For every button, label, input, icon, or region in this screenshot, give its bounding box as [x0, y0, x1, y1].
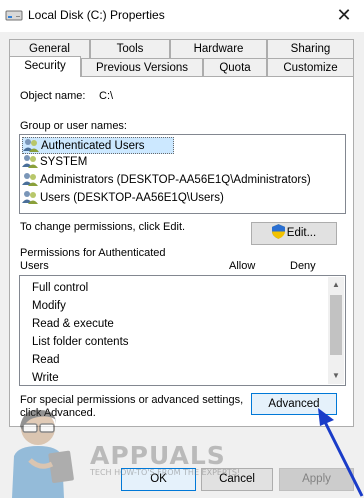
window-title: Local Disk (C:) Properties — [28, 8, 165, 22]
title-bar[interactable]: Local Disk (C:) Properties ✕ — [0, 0, 364, 32]
users-icon — [22, 154, 38, 168]
tab-quota[interactable]: Quota — [203, 58, 267, 77]
group-item[interactable]: SYSTEM — [22, 154, 87, 171]
tab-sharing[interactable]: Sharing — [267, 39, 354, 58]
permission-row: Read & execute — [32, 318, 114, 330]
scrollbar-thumb[interactable] — [330, 295, 342, 355]
group-item-label: Users (DESKTOP-AA56E1Q\Users) — [40, 192, 224, 204]
security-panel: Object name: C:\ Group or user names: Au… — [9, 76, 354, 427]
permissions-scrollbar[interactable]: ▲ ▼ — [328, 277, 344, 384]
deny-header: Deny — [290, 260, 316, 272]
tab-security[interactable]: Security — [9, 56, 81, 77]
close-icon: ✕ — [336, 5, 352, 25]
group-item[interactable]: Administrators (DESKTOP-AA56E1Q\Administ… — [22, 172, 311, 189]
group-item-label: Administrators (DESKTOP-AA56E1Q\Administ… — [40, 174, 311, 186]
shield-icon — [271, 224, 285, 240]
watermark-brand: APPUALS — [90, 441, 226, 470]
special-permissions-text-2: click Advanced. — [20, 407, 96, 419]
drive-icon — [5, 10, 23, 21]
permission-row: Read — [32, 354, 60, 366]
change-permissions-text: To change permissions, click Edit. — [20, 221, 186, 233]
scroll-down-icon[interactable]: ▼ — [328, 368, 344, 384]
group-item[interactable]: Authenticated Users — [22, 137, 174, 154]
permission-row: Write — [32, 372, 59, 384]
group-list[interactable]: Authenticated Users SYSTEM Administrator… — [19, 134, 346, 214]
group-item-label: Authenticated Users — [41, 140, 145, 152]
object-name-label: Object name: — [20, 90, 86, 102]
permissions-label-user: Users — [20, 260, 49, 272]
object-name-value: C:\ — [99, 90, 114, 102]
watermark-tagline: TECH HOW-TO'S FROM THE EXPERTS! — [90, 468, 241, 477]
users-icon — [23, 138, 39, 152]
users-icon — [22, 172, 38, 186]
permissions-list[interactable]: Full control Modify Read & execute List … — [19, 275, 346, 386]
pointer-arrow-icon — [318, 408, 364, 497]
tab-previous-versions[interactable]: Previous Versions — [81, 58, 203, 77]
permission-row: List folder contents — [32, 336, 129, 348]
tab-hardware[interactable]: Hardware — [170, 39, 267, 58]
group-item[interactable]: Users (DESKTOP-AA56E1Q\Users) — [22, 190, 224, 207]
edit-button[interactable]: Edit... — [251, 222, 337, 245]
close-button[interactable]: ✕ — [324, 0, 364, 32]
tab-tools[interactable]: Tools — [90, 39, 170, 58]
group-names-label: Group or user names: — [20, 120, 127, 132]
tab-customize[interactable]: Customize — [267, 58, 354, 77]
permission-row: Modify — [32, 300, 66, 312]
scroll-up-icon[interactable]: ▲ — [328, 277, 344, 293]
users-icon — [22, 190, 38, 204]
special-permissions-text: For special permissions or advanced sett… — [20, 394, 244, 406]
permission-row: Full control — [32, 282, 89, 294]
properties-window: Local Disk (C:) Properties ✕ General Too… — [0, 0, 364, 498]
allow-header: Allow — [229, 260, 256, 272]
edit-button-label: Edit... — [286, 227, 317, 239]
group-item-label: SYSTEM — [40, 156, 88, 168]
permissions-label: Permissions for Authenticated — [20, 247, 166, 259]
